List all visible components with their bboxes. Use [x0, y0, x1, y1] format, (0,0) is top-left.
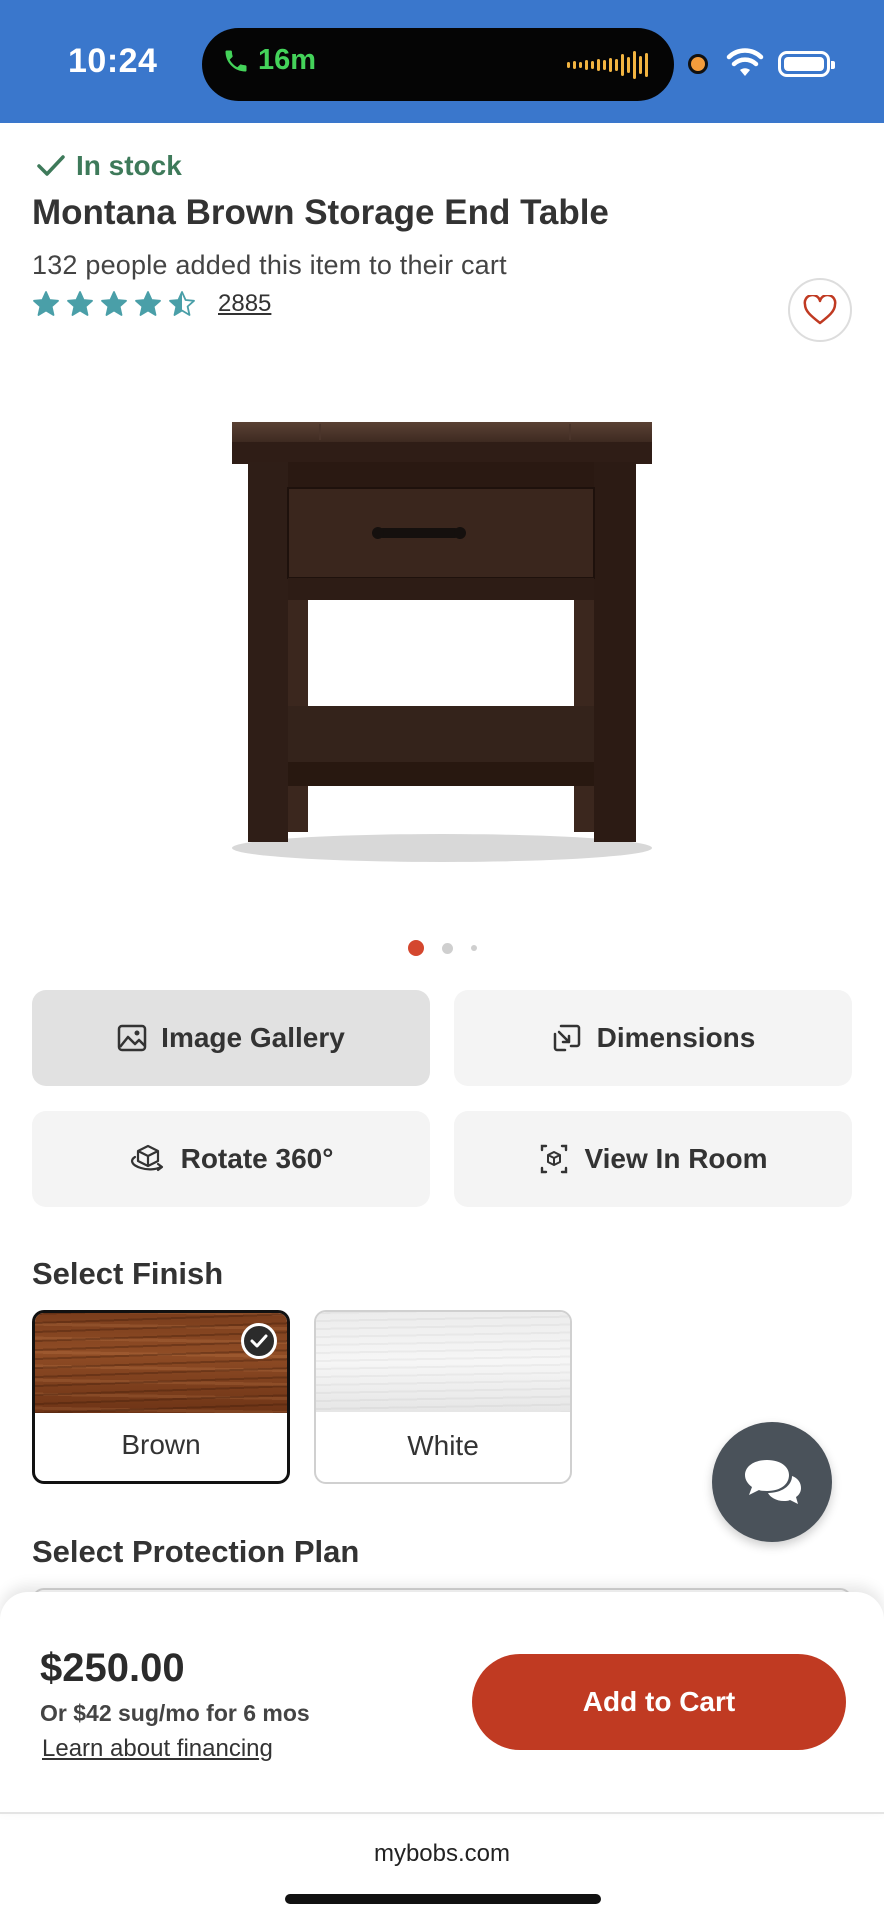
rating[interactable]: 2885 [32, 290, 271, 318]
ar-cube-icon [541, 1144, 568, 1174]
learn-financing-link[interactable]: Learn about financing [42, 1735, 273, 1763]
select-finish-heading: Select Finish [32, 1256, 224, 1291]
favorite-button[interactable] [788, 278, 852, 342]
chat-bubbles-icon [745, 1460, 801, 1504]
add-to-cart-button[interactable]: Add to Cart [472, 1654, 846, 1750]
dimensions-label: Dimensions [596, 1022, 756, 1053]
home-indicator[interactable] [285, 1894, 601, 1904]
battery-icon [778, 51, 835, 77]
product-image[interactable] [210, 400, 674, 880]
rotate-360-button[interactable]: Rotate 360° [32, 1111, 430, 1207]
rotate-360-icon [130, 1144, 163, 1172]
view-in-room-button[interactable]: View In Room [454, 1111, 852, 1207]
recording-dot-icon [688, 54, 708, 74]
image-icon [117, 1024, 147, 1052]
chat-button[interactable] [712, 1422, 832, 1542]
stock-label: In stock [76, 150, 182, 181]
call-duration: 16m [258, 44, 317, 76]
select-protection-heading: Select Protection Plan [32, 1534, 360, 1569]
purchase-bar: $250.00 Or $42 sug/mo for 6 mos Learn ab… [0, 1592, 884, 1814]
phone-icon [225, 50, 247, 71]
status-bar: 10:24 16m [0, 0, 884, 123]
image-gallery-button[interactable]: Image Gallery [32, 990, 430, 1086]
star-full-icon [67, 291, 93, 316]
view-in-room-label: View In Room [584, 1143, 768, 1174]
dimensions-button[interactable]: Dimensions [454, 990, 852, 1086]
image-pagination[interactable] [0, 940, 884, 956]
cart-social-proof: 132 people added this item to their cart [32, 250, 507, 280]
finish-label: Brown [121, 1429, 201, 1460]
page-dot[interactable] [441, 942, 453, 954]
selected-check-icon [241, 1323, 277, 1359]
review-count-link[interactable]: 2885 [218, 290, 271, 318]
finish-option-white[interactable]: White [314, 1310, 572, 1484]
price: $250.00 [40, 1646, 185, 1690]
finish-label: White [407, 1430, 479, 1461]
page-dot[interactable] [470, 945, 477, 951]
waveform-icon [567, 50, 648, 80]
checkmark-icon [37, 155, 65, 176]
white-texture [316, 1312, 570, 1412]
star-half-icon [169, 291, 195, 316]
page-dot-active[interactable] [407, 940, 424, 956]
financing-text: Or $42 sug/mo for 6 mos [40, 1700, 310, 1726]
status-time: 10:24 [68, 42, 158, 80]
dynamic-island[interactable]: 16m [202, 28, 674, 101]
stock-status: In stock [36, 150, 182, 182]
star-full-icon [101, 291, 127, 316]
rotate-360-label: Rotate 360° [180, 1143, 334, 1174]
finish-option-brown[interactable]: Brown [32, 1310, 290, 1484]
heart-icon [803, 295, 837, 325]
product-title: Montana Brown Storage End Table [32, 193, 609, 232]
rating-stars [32, 290, 196, 318]
image-gallery-label: Image Gallery [161, 1022, 345, 1053]
star-full-icon [135, 291, 161, 316]
wifi-icon [726, 48, 764, 76]
star-full-icon [33, 291, 59, 316]
dimensions-icon [553, 1024, 580, 1052]
browser-url[interactable]: mybobs.com [0, 1840, 884, 1868]
active-call: 16m [222, 44, 316, 77]
